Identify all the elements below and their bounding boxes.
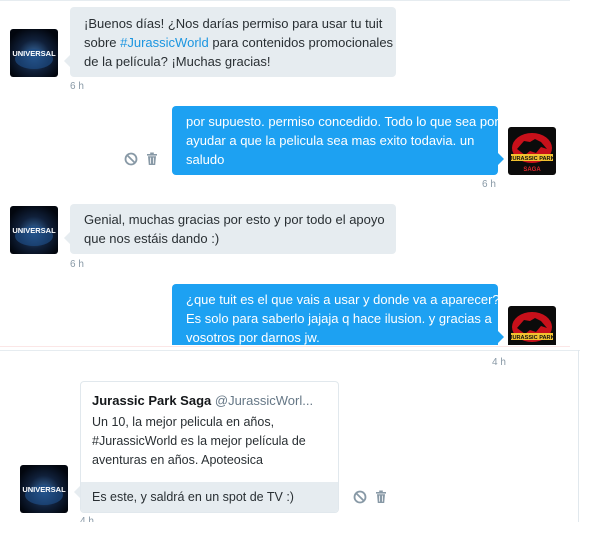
avatar-universal[interactable]: UNIVERSAL (20, 465, 68, 513)
message-actions (353, 490, 387, 504)
message-4-line-1: ¿que tuit es el que vais a usar y donde … (186, 292, 504, 307)
universal-wordmark: UNIVERSAL (12, 226, 56, 235)
conversation-panel-bottom: 4 h Jurassic Park Saga @JurassicWorl... … (0, 350, 580, 522)
quoted-tweet-line-1: Un 10, la mejor pelicula en años, (92, 415, 275, 429)
avatar-jurassic-park[interactable]: JURASSIC PARK SAGA (508, 127, 556, 175)
panel-border (578, 350, 579, 522)
message-4-line-2: Es solo para saberlo jajaja q hace ilusi… (186, 311, 492, 326)
timestamp: 6 h (70, 259, 84, 270)
message-1-line-1: ¡Buenos días! ¿Nos darías permiso para u… (84, 16, 383, 31)
message-2-line-3: saludo (186, 152, 225, 167)
divider (0, 346, 570, 347)
quoted-tweet-handle: @JurassicWorl... (214, 393, 314, 408)
universal-logo: UNIVERSAL (10, 29, 58, 77)
message-actions (124, 152, 158, 166)
timestamp: 6 h (70, 81, 84, 92)
universal-logo: UNIVERSAL (10, 206, 58, 254)
message-2-line-2: ayudar a que la pelicula sea mas exito t… (186, 133, 475, 148)
message-1-line-2b: para contenidos promocionales (208, 35, 394, 50)
jurassic-park-wordmark: JURASSIC PARK (509, 156, 554, 162)
avatar-universal[interactable]: UNIVERSAL (10, 29, 58, 77)
conversation-panel-top: UNIVERSAL ¡Buenos días! ¿Nos darías perm… (0, 0, 570, 345)
hashtag-link[interactable]: #JurassicWorld (120, 35, 209, 50)
bubble-tail (74, 486, 80, 498)
trash-icon[interactable] (375, 490, 387, 504)
message-1-line-3: de la película? ¡Muchas gracias! (84, 54, 271, 69)
block-icon[interactable] (124, 152, 138, 166)
message-bubble-3: Genial, muchas gracias por esto y por to… (64, 204, 396, 254)
jurassic-park-logo: JURASSIC PARK (508, 306, 556, 345)
universal-wordmark: UNIVERSAL (12, 49, 56, 58)
quoted-tweet-body[interactable]: Un 10, la mejor pelicula en años, #Juras… (92, 413, 306, 470)
universal-logo: UNIVERSAL (20, 465, 68, 513)
quoted-tweet-line-3: aventuras en años. Apoteosica (92, 453, 263, 467)
timestamp: 4 h (492, 357, 506, 368)
message-2-line-1: por supuesto. permiso concedido. Todo lo… (186, 114, 499, 129)
jurassic-park-tagline: SAGA (523, 167, 541, 173)
quoted-tweet-line-2: #JurassicWorld es la mejor película de (92, 434, 306, 448)
message-5-text: Es este, y saldrá en un spot de TV :) (81, 482, 338, 512)
jurassic-park-wordmark: JURASSIC PARK (509, 335, 554, 341)
block-icon[interactable] (353, 490, 367, 504)
message-4-line-3: vosotros por darnos jw. (186, 330, 320, 345)
trash-icon[interactable] (146, 152, 158, 166)
message-bubble-1: ¡Buenos días! ¿Nos darías permiso para u… (64, 7, 396, 77)
message-3-line-1: Genial, muchas gracias por esto y por to… (84, 212, 385, 227)
message-3-line-2: que nos estáis dando :) (84, 231, 220, 246)
quoted-tweet-name: Jurassic Park Saga (92, 393, 212, 408)
timestamp: 6 h (482, 179, 496, 190)
quoted-tweet-header[interactable]: Jurassic Park Saga @JurassicWorl... (92, 393, 313, 408)
message-bubble-2: por supuesto. permiso concedido. Todo lo… (172, 106, 504, 175)
message-1-line-2a: sobre (84, 35, 121, 50)
avatar-jurassic-park[interactable]: JURASSIC PARK (508, 306, 556, 345)
avatar-universal[interactable]: UNIVERSAL (10, 206, 58, 254)
message-bubble-4: ¿que tuit es el que vais a usar y donde … (172, 284, 504, 345)
jurassic-park-logo: JURASSIC PARK SAGA (508, 127, 556, 175)
universal-wordmark: UNIVERSAL (22, 485, 66, 494)
timestamp: 4 h (80, 516, 94, 522)
message-bubble-5: Jurassic Park Saga @JurassicWorl... Un 1… (80, 381, 339, 513)
